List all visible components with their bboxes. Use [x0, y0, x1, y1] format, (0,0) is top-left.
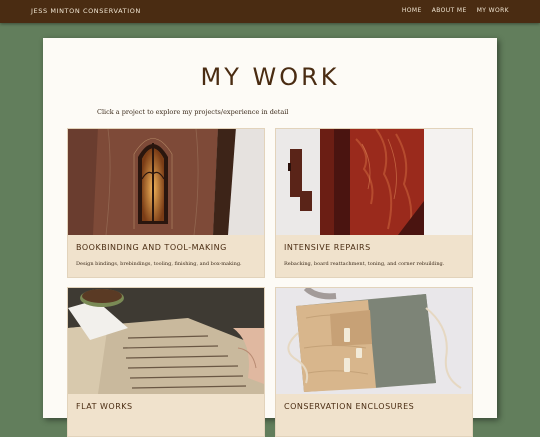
- page-title: MY WORK: [200, 63, 340, 91]
- nav-my-work[interactable]: MY WORK: [477, 7, 509, 14]
- project-description: Rebacking, board reattachment, toning, a…: [284, 261, 445, 267]
- project-card-conservation-enclosures[interactable]: CONSERVATION ENCLOSURES: [275, 287, 473, 437]
- project-title: FLAT WORKS: [76, 402, 133, 411]
- project-title: CONSERVATION ENCLOSURES: [284, 402, 415, 411]
- project-image-bookbinding: [68, 129, 264, 235]
- content-panel: MY WORK Click a project to explore my pr…: [43, 38, 497, 437]
- project-title: BOOKBINDING AND TOOL-MAKING: [76, 243, 227, 252]
- project-image-flat-works: [68, 288, 264, 394]
- main-nav: HOME ABOUT ME MY WORK: [402, 7, 509, 14]
- site-header: JESS MINTON CONSERVATION HOME ABOUT ME M…: [0, 0, 540, 23]
- project-image-conservation-enclosures: [276, 288, 472, 394]
- site-title-link[interactable]: JESS MINTON CONSERVATION: [31, 7, 141, 15]
- project-description: Design bindings, brebindings, tooling, f…: [76, 261, 242, 267]
- project-image-intensive-repairs: [276, 129, 472, 235]
- project-card-intensive-repairs[interactable]: INTENSIVE REPAIRS Rebacking, board reatt…: [275, 128, 473, 278]
- project-card-bookbinding[interactable]: BOOKBINDING AND TOOL-MAKING Design bindi…: [67, 128, 265, 278]
- nav-home[interactable]: HOME: [402, 7, 422, 14]
- nav-about-me[interactable]: ABOUT ME: [432, 7, 467, 14]
- intro-text: Click a project to explore my projects/e…: [97, 108, 289, 116]
- project-card-flat-works[interactable]: FLAT WORKS: [67, 287, 265, 437]
- project-title: INTENSIVE REPAIRS: [284, 243, 371, 252]
